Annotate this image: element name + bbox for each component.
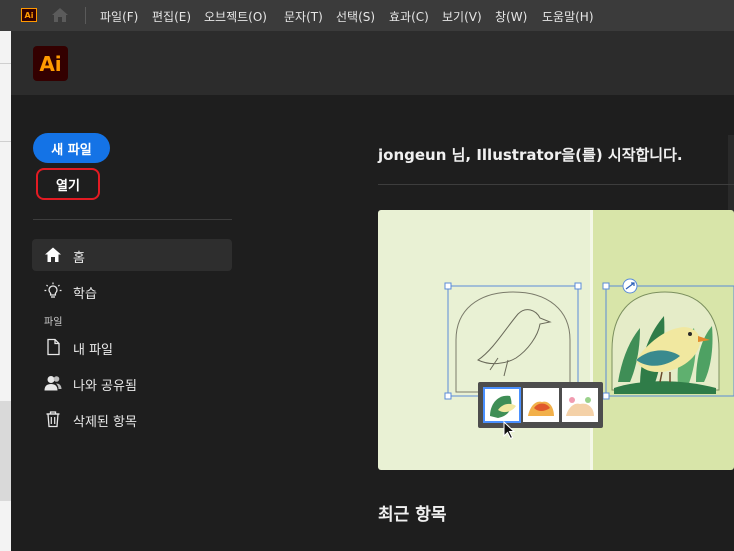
menu-view[interactable]: 보기(V) — [442, 8, 482, 25]
open-button[interactable]: 열기 — [38, 170, 98, 198]
colored-bird-artwork — [602, 278, 734, 400]
menu-type[interactable]: 문자(T) — [284, 8, 323, 25]
sidebar-item-label: 홈 — [73, 251, 85, 266]
banner-illustration — [444, 278, 734, 440]
outline-bird-artwork — [444, 282, 582, 400]
sidebar-item-deleted[interactable]: 삭제된 항목 — [32, 403, 232, 435]
menu-window[interactable]: 창(W) — [495, 8, 527, 25]
home-icon — [45, 247, 61, 262]
background-window-strip — [0, 31, 11, 551]
sidebar: 새 파일 열기 홈 학습 파일 내 파일 나와 공유됨 삭제된 항목 — [11, 95, 351, 551]
sidebar-item-my-files[interactable]: 내 파일 — [32, 331, 232, 363]
open-button-highlight: 열기 — [36, 168, 100, 200]
app-header: Ai — [11, 31, 734, 95]
menu-divider — [85, 7, 86, 24]
menu-select[interactable]: 선택(S) — [336, 8, 375, 25]
sidebar-item-label: 내 파일 — [73, 343, 114, 358]
menu-file[interactable]: 파일(F) — [100, 8, 138, 25]
sidebar-divider — [33, 219, 232, 220]
sidebar-item-home[interactable]: 홈 — [32, 239, 232, 271]
sidebar-item-label: 삭제된 항목 — [73, 415, 137, 430]
sidebar-item-shared[interactable]: 나와 공유됨 — [32, 367, 232, 399]
menu-bar: Ai 파일(F) 편집(E) 오브젝트(O) 문자(T) 선택(S) 효과(C)… — [0, 0, 734, 31]
menu-object[interactable]: 오브젝트(O) — [204, 8, 267, 25]
lightbulb-icon — [44, 282, 62, 298]
menu-help[interactable]: 도움말(H) — [542, 8, 594, 25]
app-logo-small: Ai — [21, 8, 37, 22]
people-icon — [44, 376, 62, 391]
home-icon[interactable] — [50, 6, 70, 24]
illustrator-logo: Ai — [33, 46, 68, 81]
main-content: jongeun 님, Illustrator을(를) 시작합니다. 최근 항목 — [351, 95, 734, 551]
style-picker-popup — [478, 382, 603, 440]
welcome-heading: jongeun 님, Illustrator을(를) 시작합니다. — [378, 146, 683, 164]
section-label-files: 파일 — [44, 317, 63, 328]
menu-edit[interactable]: 편집(E) — [152, 8, 191, 25]
document-icon — [47, 338, 60, 356]
recent-section-title: 최근 항목 — [378, 505, 447, 525]
sidebar-item-label: 학습 — [73, 287, 97, 302]
trash-icon — [46, 411, 60, 428]
sidebar-item-label: 나와 공유됨 — [73, 379, 137, 394]
menu-effect[interactable]: 효과(C) — [389, 8, 429, 25]
main-divider — [378, 184, 734, 185]
new-file-button[interactable]: 새 파일 — [33, 133, 110, 163]
promo-banner[interactable] — [378, 210, 734, 470]
sidebar-item-learn[interactable]: 학습 — [32, 275, 232, 307]
